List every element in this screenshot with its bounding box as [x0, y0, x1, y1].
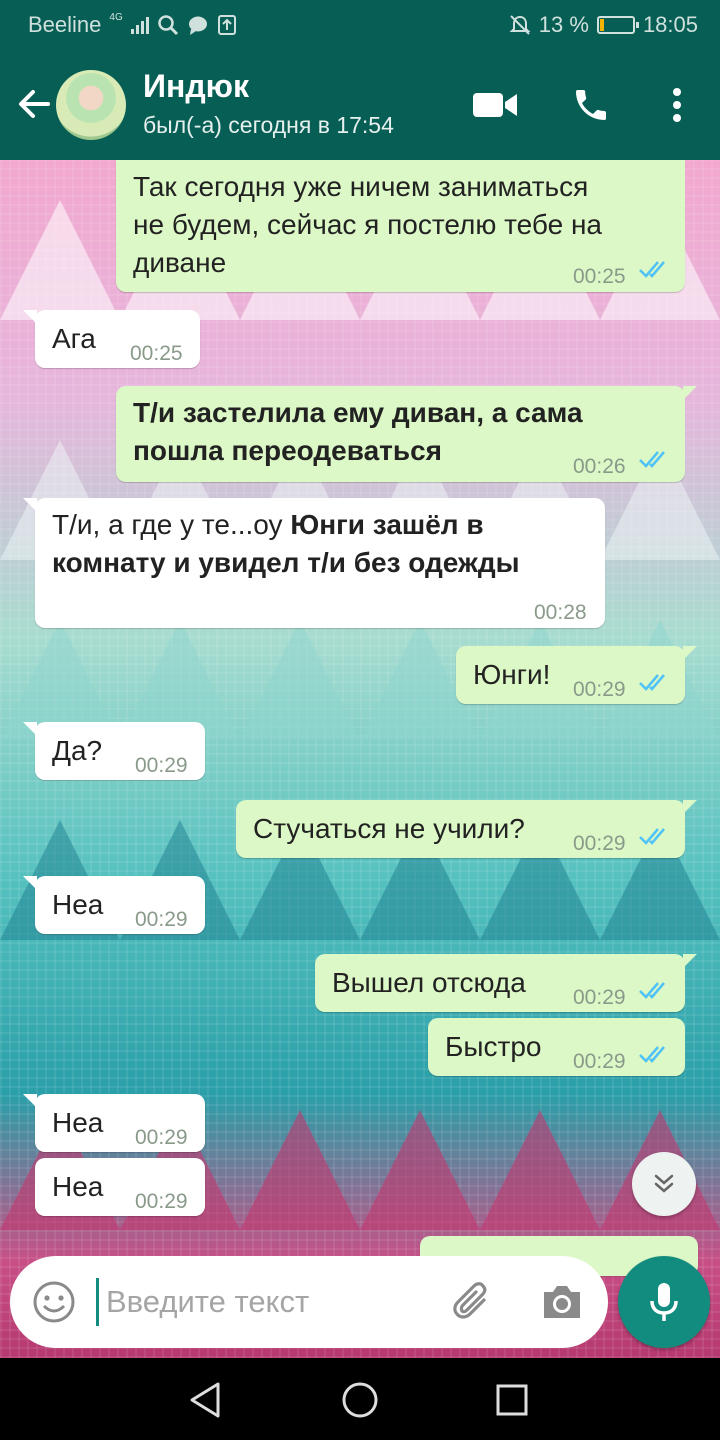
mic-icon [650, 1283, 678, 1321]
message-time: 00:25 [130, 342, 183, 365]
message-text: Т/и, а где у те...оу [52, 509, 291, 540]
read-ticks-icon [639, 451, 665, 468]
message-text: диване [133, 247, 227, 278]
chat-bubble-icon [188, 16, 207, 35]
status-bar: Beeline 4G 13 % 18:05 [0, 0, 720, 50]
message-text: Вышел отсюда [332, 967, 526, 998]
message-outgoing[interactable]: Т/и застелила ему диван, а сама пошла пе… [116, 386, 697, 482]
mute-bell-icon [509, 15, 531, 35]
message-text-bold: комнату и увидел т/и без одежды [52, 547, 520, 578]
contact-name[interactable]: Индюк [143, 68, 249, 105]
message-text: не будем, сейчас я постелю тебе на [133, 209, 602, 240]
signal-icon [130, 16, 149, 34]
message-text: Юнги! [473, 659, 551, 690]
message-input[interactable] [106, 1272, 436, 1332]
message-time: 00:29 [573, 678, 626, 701]
message-incoming[interactable]: Т/и, а где у те...оу Юнги зашёл в комнат… [23, 498, 605, 628]
message-composer [10, 1256, 608, 1348]
read-ticks-icon [639, 674, 665, 691]
message-text: Стучаться не учили? [253, 813, 525, 844]
message-text: Да? [52, 735, 103, 766]
camera-icon[interactable] [540, 1282, 584, 1322]
attach-icon[interactable] [450, 1280, 496, 1326]
message-time: 00:29 [573, 1050, 626, 1073]
message-text: пошла переодеваться [133, 435, 442, 466]
search-icon [157, 15, 178, 36]
message-incoming[interactable]: Неа 00:29 [35, 1158, 205, 1216]
message-time: 00:29 [135, 1126, 188, 1149]
video-call-icon [473, 93, 517, 117]
status-right: 13 % 18:05 [509, 12, 698, 38]
message-text: Неа [52, 1107, 104, 1138]
message-outgoing[interactable]: Так сегодня уже ничем заниматься не буде… [116, 160, 685, 292]
home-circle-icon[interactable] [338, 1378, 382, 1422]
message-text: Неа [52, 1171, 104, 1202]
chat-header: Индюк был(-а) сегодня в 17:54 [0, 50, 720, 160]
voice-call-button[interactable] [566, 80, 616, 130]
scroll-down-button[interactable] [632, 1152, 696, 1216]
emoji-icon[interactable] [32, 1280, 76, 1324]
message-time: 00:29 [135, 754, 188, 777]
video-call-button[interactable] [470, 80, 520, 130]
message-text: Т/и застелила ему диван, а сама [133, 397, 583, 428]
message-time: 00:29 [573, 832, 626, 855]
message-text: Неа [52, 889, 104, 920]
back-arrow-icon[interactable] [14, 84, 54, 124]
message-incoming[interactable]: Ага 00:25 [23, 310, 200, 368]
voice-record-button[interactable] [618, 1256, 710, 1348]
text-cursor [96, 1278, 99, 1326]
message-text: Быстро [445, 1031, 542, 1062]
clock: 18:05 [642, 12, 698, 37]
chat-background[interactable]: Так сегодня уже ничем заниматься не буде… [0, 160, 720, 1358]
message-outgoing[interactable]: Быстро 00:29 [428, 1018, 685, 1076]
status-left: Beeline 4G [28, 12, 237, 38]
message-outgoing[interactable]: Вышел отсюда 00:29 [315, 954, 697, 1012]
message-incoming[interactable]: Неа 00:29 [23, 1094, 205, 1152]
read-ticks-icon [639, 828, 665, 845]
message-text: Ага [52, 323, 96, 354]
carrier-name: Beeline [28, 12, 102, 37]
message-time: 00:29 [135, 1190, 188, 1213]
message-outgoing[interactable]: Юнги! 00:29 [456, 646, 697, 704]
message-incoming[interactable]: Да? 00:29 [23, 722, 205, 780]
battery-icon [596, 16, 639, 34]
battery-percent: 13 % [538, 12, 589, 37]
message-time: 00:26 [573, 455, 626, 478]
system-nav-bar [0, 1358, 720, 1440]
message-text-bold: Юнги зашёл в [290, 509, 484, 540]
read-ticks-icon [639, 1046, 665, 1063]
phone-icon [576, 90, 606, 120]
last-seen: был(-а) сегодня в 17:54 [143, 112, 394, 138]
upload-icon [217, 15, 236, 35]
back-triangle-icon[interactable] [184, 1378, 228, 1422]
scroll-down-icon [654, 1174, 674, 1193]
message-text: Так сегодня уже ничем заниматься [133, 171, 589, 202]
more-options-button[interactable] [652, 80, 702, 130]
message-time: 00:28 [534, 601, 587, 624]
read-ticks-icon [639, 261, 665, 278]
message-outgoing[interactable]: Стучаться не учили? 00:29 [236, 800, 697, 858]
message-incoming[interactable]: Неа 00:29 [23, 876, 205, 934]
network-type: 4G [109, 11, 123, 23]
more-icon [673, 88, 681, 122]
message-time: 00:29 [135, 908, 188, 931]
recents-square-icon[interactable] [490, 1378, 534, 1422]
read-ticks-icon [639, 982, 665, 999]
avatar[interactable] [56, 70, 126, 140]
message-time: 00:25 [573, 265, 626, 288]
message-time: 00:29 [573, 986, 626, 1009]
